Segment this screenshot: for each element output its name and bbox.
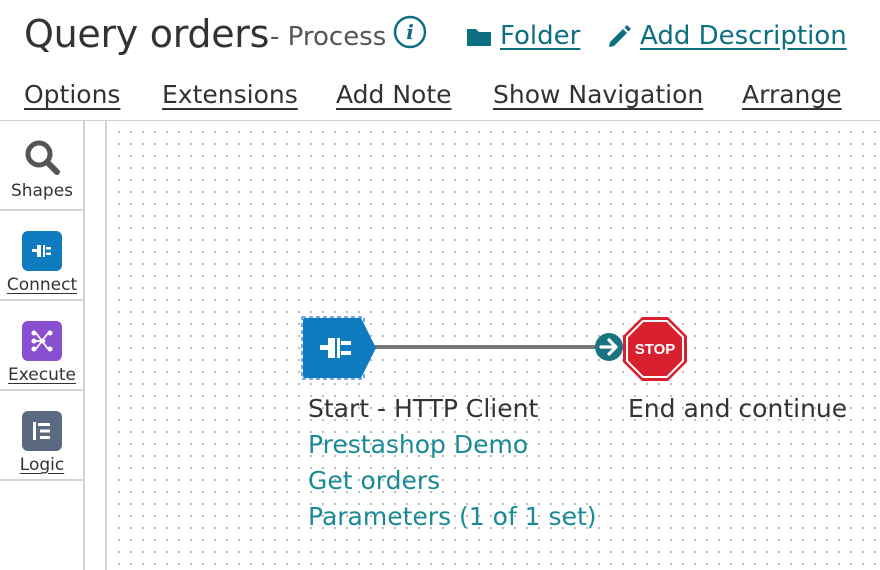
start-shape-operation[interactable]: Get orders <box>308 466 440 495</box>
folder-icon <box>467 29 491 46</box>
palette-divider <box>0 479 84 481</box>
plug-icon <box>22 231 62 271</box>
list-icon <box>22 411 62 451</box>
extensions-menu[interactable]: Extensions <box>162 80 298 109</box>
info-icon[interactable]: i <box>393 15 427 49</box>
show-navigation-menu[interactable]: Show Navigation <box>493 80 703 109</box>
stop-shape[interactable]: STOP <box>622 316 688 382</box>
arrow-right-icon[interactable] <box>593 331 625 363</box>
palette-resize-handle[interactable] <box>85 121 107 570</box>
connector-line[interactable] <box>360 330 630 364</box>
palette-logic-label: Logic <box>19 455 65 475</box>
flow-icon <box>22 321 62 361</box>
add-description-label: Add Description <box>640 21 847 51</box>
palette-logic[interactable]: Logic <box>0 411 84 475</box>
start-shape-title: Start - HTTP Client <box>308 394 539 423</box>
palette-divider <box>0 389 84 391</box>
start-shape[interactable] <box>301 316 381 382</box>
toolbar-menu: Options Extensions Add Note Show Navigat… <box>0 78 880 118</box>
palette-divider <box>0 299 84 301</box>
stop-shape-title: End and continue <box>628 394 848 423</box>
pencil-icon <box>609 25 631 47</box>
start-shape-connection[interactable]: Prestashop Demo <box>308 430 528 459</box>
palette-divider <box>0 209 84 211</box>
folder-label: Folder <box>500 21 581 51</box>
palette-execute-label: Execute <box>8 365 76 385</box>
folder-link[interactable]: Folder <box>466 21 580 51</box>
palette-shapes-label: Shapes <box>10 181 74 201</box>
header: Query orders - Process i Folder Add Desc… <box>0 0 880 70</box>
arrange-menu[interactable]: Arrange <box>742 80 842 109</box>
add-note-menu[interactable]: Add Note <box>336 80 452 109</box>
palette-connect[interactable]: Connect <box>0 231 84 295</box>
palette-connect-label: Connect <box>6 275 78 295</box>
add-description-link[interactable]: Add Description <box>606 21 847 51</box>
palette-shapes[interactable]: Shapes <box>0 137 84 201</box>
menu-divider <box>0 120 880 121</box>
page-subtitle: - Process <box>270 22 387 52</box>
page-title: Query orders <box>24 12 270 56</box>
stop-icon-text: STOP <box>635 341 676 358</box>
shape-palette: Shapes Connect Execute Logic <box>0 121 85 570</box>
svg-text:i: i <box>406 20 414 44</box>
options-menu[interactable]: Options <box>24 80 120 109</box>
palette-execute[interactable]: Execute <box>0 321 84 385</box>
search-icon <box>25 140 60 175</box>
start-shape-parameters[interactable]: Parameters (1 of 1 set) <box>308 502 597 531</box>
